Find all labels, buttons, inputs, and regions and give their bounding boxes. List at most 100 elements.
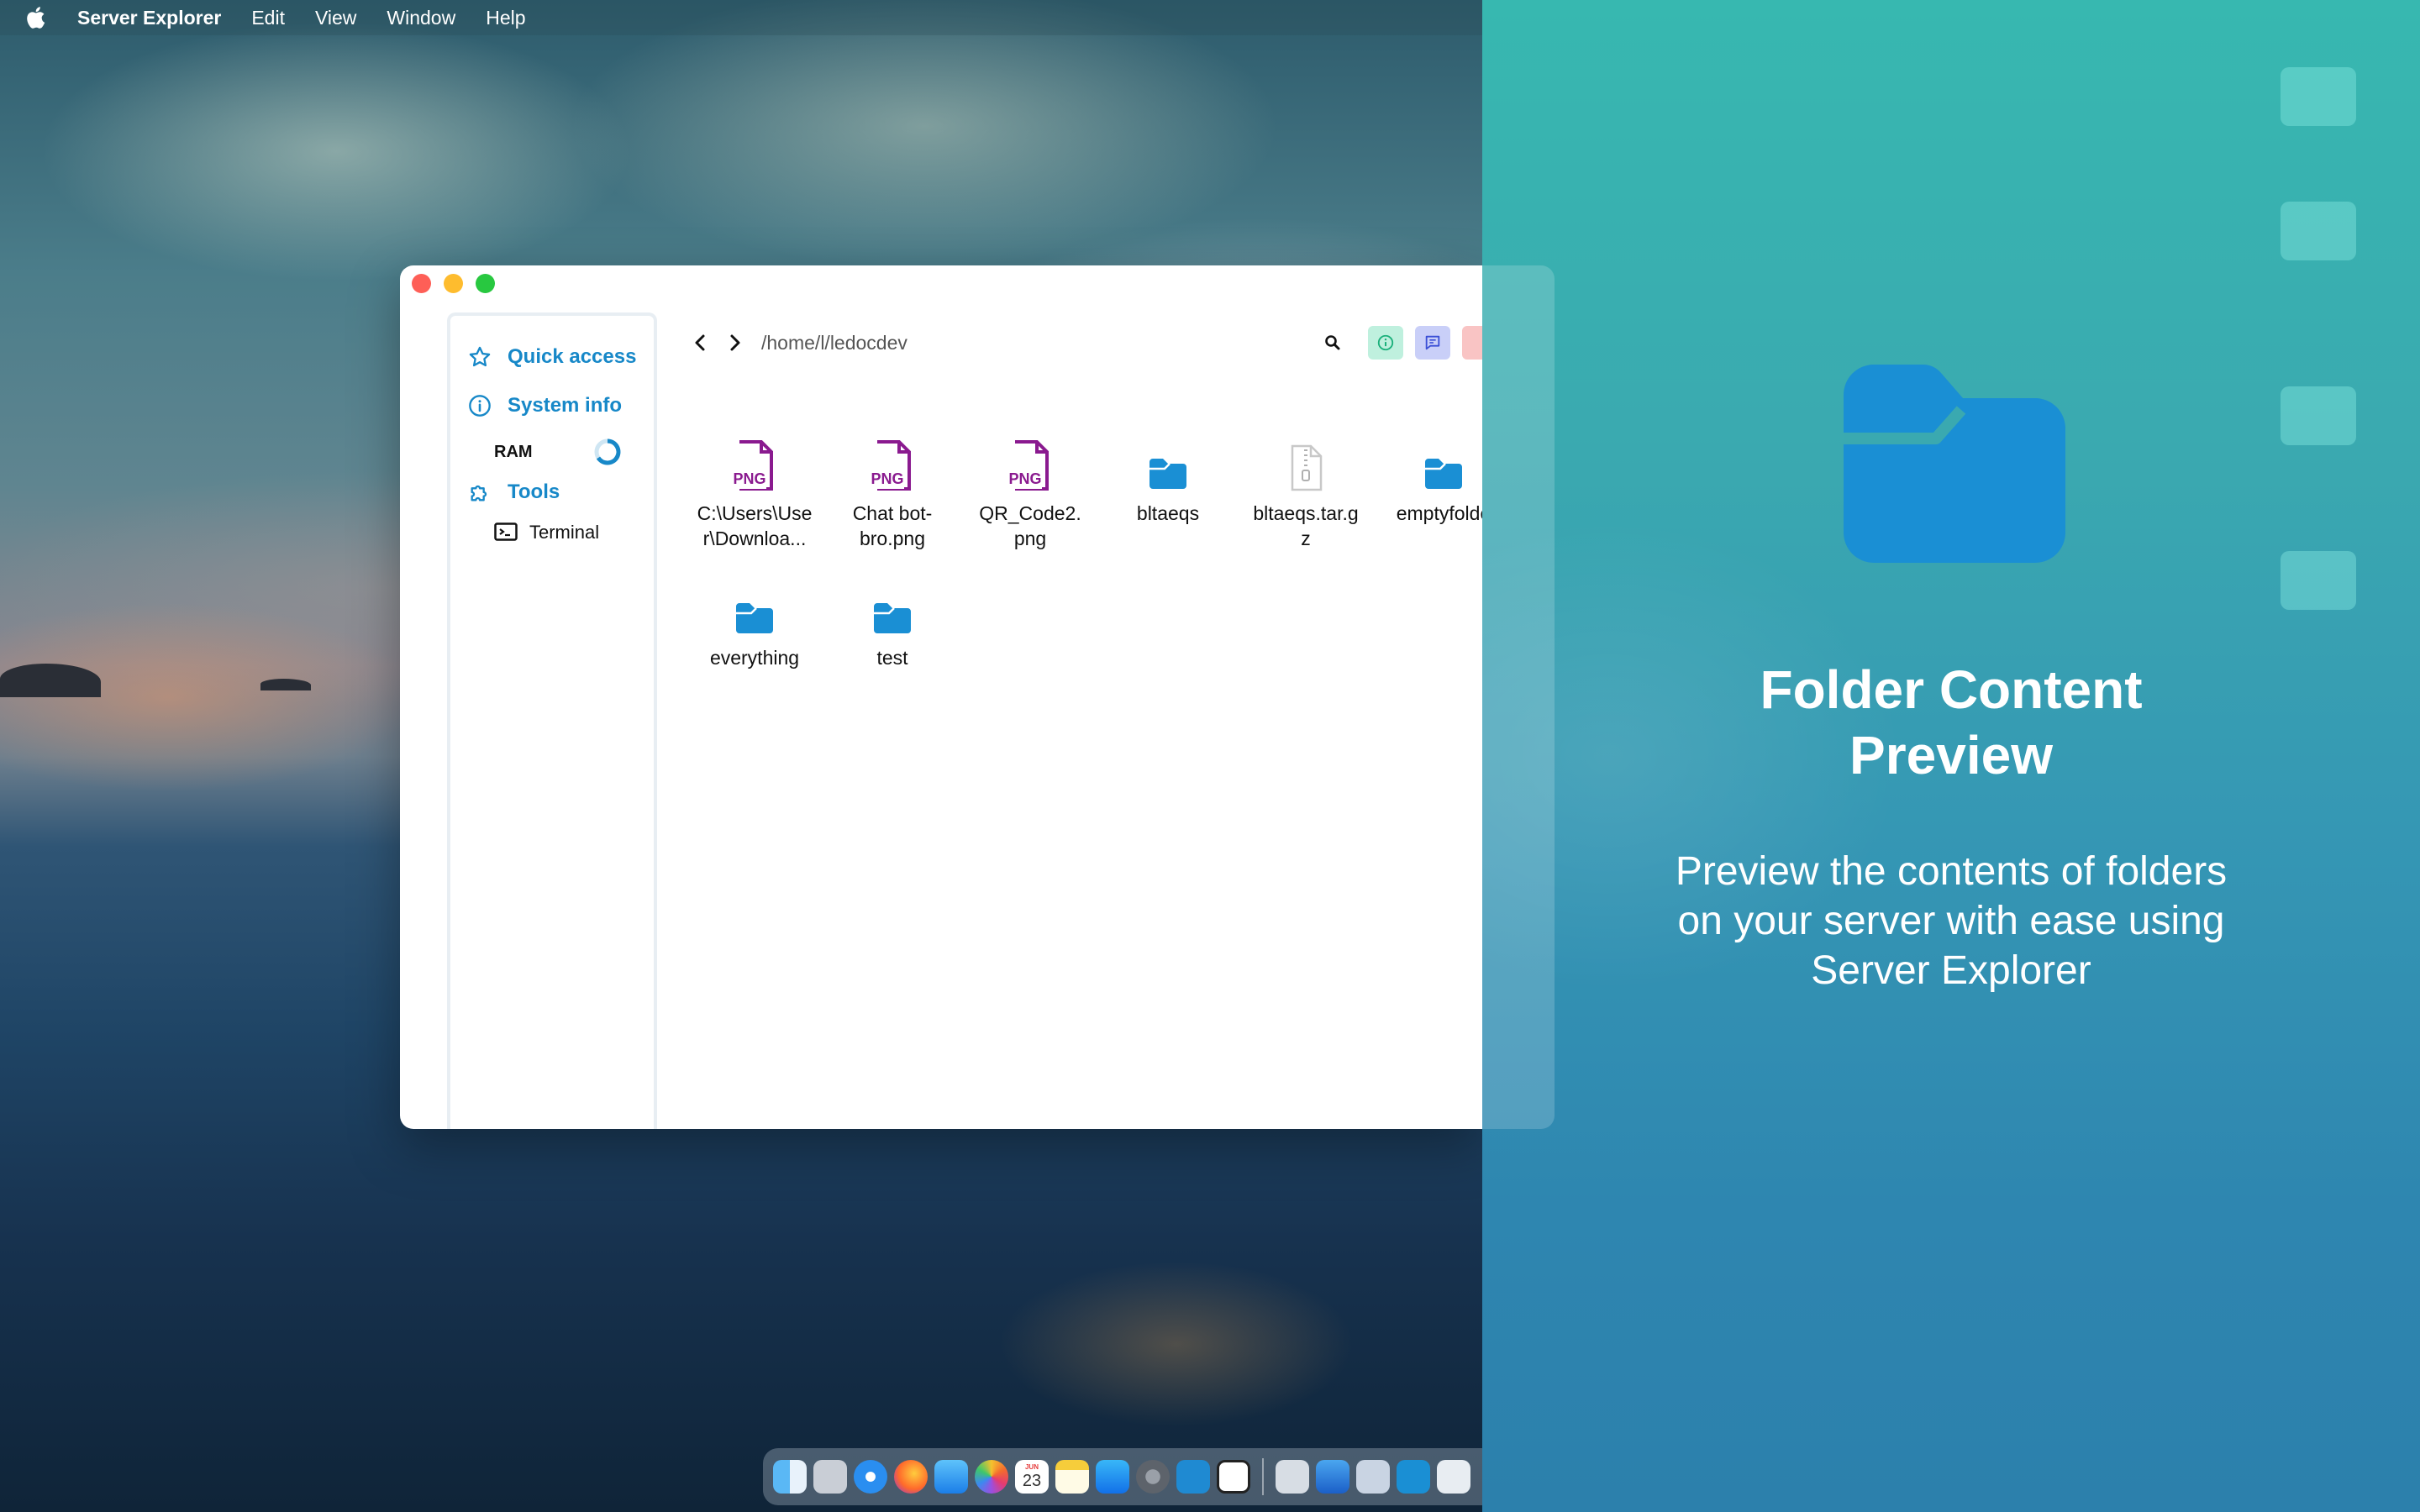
toolbar: /home/l/ledocdev xyxy=(687,326,1482,360)
info-icon xyxy=(467,393,492,418)
folder-app-icon[interactable] xyxy=(1397,1460,1430,1494)
photos-icon[interactable] xyxy=(975,1460,1008,1494)
file-name: QR_Code2. png xyxy=(961,501,1099,551)
finder-icon[interactable] xyxy=(773,1460,807,1494)
notes-icon[interactable] xyxy=(1055,1460,1089,1494)
folder-item[interactable]: bltaeqs xyxy=(1099,425,1237,526)
png-file-icon: PNG xyxy=(823,425,961,492)
promo-title: Folder Content Preview xyxy=(1482,657,2420,788)
file-item[interactable]: PNG Chat bot- bro.png xyxy=(823,425,961,551)
promo-subtitle-line: on your server with ease using xyxy=(1677,899,2225,943)
launchpad-icon[interactable] xyxy=(813,1460,847,1494)
file-item[interactable]: PNG C:\Users\Use r\Downloa... xyxy=(686,425,823,551)
sidebar-item-system-info[interactable]: System info xyxy=(467,381,654,430)
sidebar-item-tools[interactable]: Tools xyxy=(467,474,654,511)
file-name: everything xyxy=(686,645,823,670)
promo-subtitle-line: Preview the contents of folders xyxy=(1675,849,2228,894)
folder-icon xyxy=(823,570,961,637)
menu-view[interactable]: View xyxy=(315,7,356,29)
png-badge: PNG xyxy=(1008,470,1041,487)
file-name-line: bltaeqs xyxy=(1136,502,1200,524)
app-store-icon[interactable] xyxy=(1096,1460,1129,1494)
safari-icon[interactable] xyxy=(854,1460,887,1494)
file-name: Chat bot- bro.png xyxy=(823,501,961,551)
file-name-line: Chat bot- xyxy=(852,502,933,524)
file-name: bltaeqs xyxy=(1099,501,1237,526)
info-icon xyxy=(1377,334,1394,351)
window-controls xyxy=(412,274,495,293)
sidebar-item-terminal[interactable]: Terminal xyxy=(467,511,654,554)
folder-icon xyxy=(1375,425,1482,492)
firefox-icon[interactable] xyxy=(894,1460,928,1494)
ghost-tile xyxy=(2281,386,2356,445)
menu-edit[interactable]: Edit xyxy=(251,7,285,29)
current-path[interactable]: /home/l/ledocdev xyxy=(761,332,908,354)
ram-label: RAM xyxy=(494,442,533,461)
xcode-icon[interactable] xyxy=(1316,1460,1349,1494)
file-name: test xyxy=(823,645,961,670)
file-name-line: everything xyxy=(709,647,800,669)
maximize-window-button[interactable] xyxy=(476,274,495,293)
search-icon[interactable] xyxy=(1321,331,1344,354)
file-name-line: r\Downloa... xyxy=(702,528,807,549)
archive-file-icon xyxy=(1237,425,1375,492)
file-name-line: z xyxy=(1301,528,1311,549)
promo-subtitle-line: Server Explorer xyxy=(1811,948,2091,993)
preview-icon[interactable] xyxy=(1276,1460,1309,1494)
dock-separator xyxy=(1262,1458,1264,1495)
minimize-window-button[interactable] xyxy=(444,274,463,293)
promo-title-line: Folder Content xyxy=(1760,659,2143,720)
calendar-day: 23 xyxy=(1022,1472,1042,1490)
file-item[interactable]: PNG QR_Code2. png xyxy=(961,425,1099,551)
folder-icon xyxy=(1099,425,1237,492)
server-explorer-icon[interactable] xyxy=(1356,1460,1390,1494)
menu-window[interactable]: Window xyxy=(387,7,455,29)
feedback-button[interactable] xyxy=(1415,326,1450,360)
sidebar: Quick access System info RAM Tools Termi… xyxy=(447,312,657,1129)
rock xyxy=(260,679,311,690)
apple-icon[interactable] xyxy=(25,6,45,29)
close-window-button[interactable] xyxy=(412,274,431,293)
puzzle-icon xyxy=(467,480,492,505)
file-name-line: png xyxy=(1013,528,1047,549)
file-name-line: C:\Users\Use xyxy=(697,502,813,524)
forward-button[interactable] xyxy=(723,330,748,355)
png-badge: PNG xyxy=(733,470,765,487)
menu-app-name[interactable]: Server Explorer xyxy=(77,7,221,29)
promo-subtitle: Preview the contents of folders on your … xyxy=(1482,847,2420,995)
sidebar-item-label: Tools xyxy=(508,480,560,503)
file-name-line: test xyxy=(876,647,908,669)
notion-icon[interactable] xyxy=(1217,1460,1250,1494)
sidebar-item-label: Quick access xyxy=(508,345,637,368)
app-window: Quick access System info RAM Tools Termi… xyxy=(400,265,1482,1129)
menu-bar: Server Explorer Edit View Window Help xyxy=(0,0,1482,35)
folder-item[interactable]: everything xyxy=(686,570,823,670)
ghost-tile xyxy=(2281,67,2356,126)
system-settings-icon[interactable] xyxy=(1136,1460,1170,1494)
star-icon xyxy=(467,344,492,370)
calendar-icon[interactable]: JUN 23 xyxy=(1015,1460,1049,1494)
large-folder-icon xyxy=(1835,361,2070,571)
file-name-line: bltaeqs.tar.g xyxy=(1253,502,1359,524)
file-name-line: QR_Code2. xyxy=(979,502,1081,524)
promo-title-line: Preview xyxy=(1849,725,2053,785)
folder-item[interactable]: test xyxy=(823,570,961,670)
promo-panel: Folder Content Preview Preview the conte… xyxy=(1482,0,2420,1512)
vscode-icon[interactable] xyxy=(1176,1460,1210,1494)
folder-item[interactable]: emptyfolde xyxy=(1375,425,1482,526)
sidebar-item-quick-access[interactable]: Quick access xyxy=(467,333,654,381)
toolbar-actions xyxy=(1321,326,1482,360)
mail-icon[interactable] xyxy=(934,1460,968,1494)
danger-button[interactable] xyxy=(1462,326,1482,360)
terminal-label: Terminal xyxy=(529,522,600,543)
message-icon xyxy=(1425,335,1440,350)
file-name: emptyfolde xyxy=(1375,501,1482,526)
folder-icon xyxy=(686,570,823,637)
png-badge: PNG xyxy=(871,470,903,487)
downloads-icon[interactable] xyxy=(1437,1460,1470,1494)
ram-usage-row: RAM xyxy=(467,430,654,474)
menu-help[interactable]: Help xyxy=(486,7,525,29)
file-item[interactable]: bltaeqs.tar.g z xyxy=(1237,425,1375,551)
info-button[interactable] xyxy=(1368,326,1403,360)
back-button[interactable] xyxy=(687,330,713,355)
